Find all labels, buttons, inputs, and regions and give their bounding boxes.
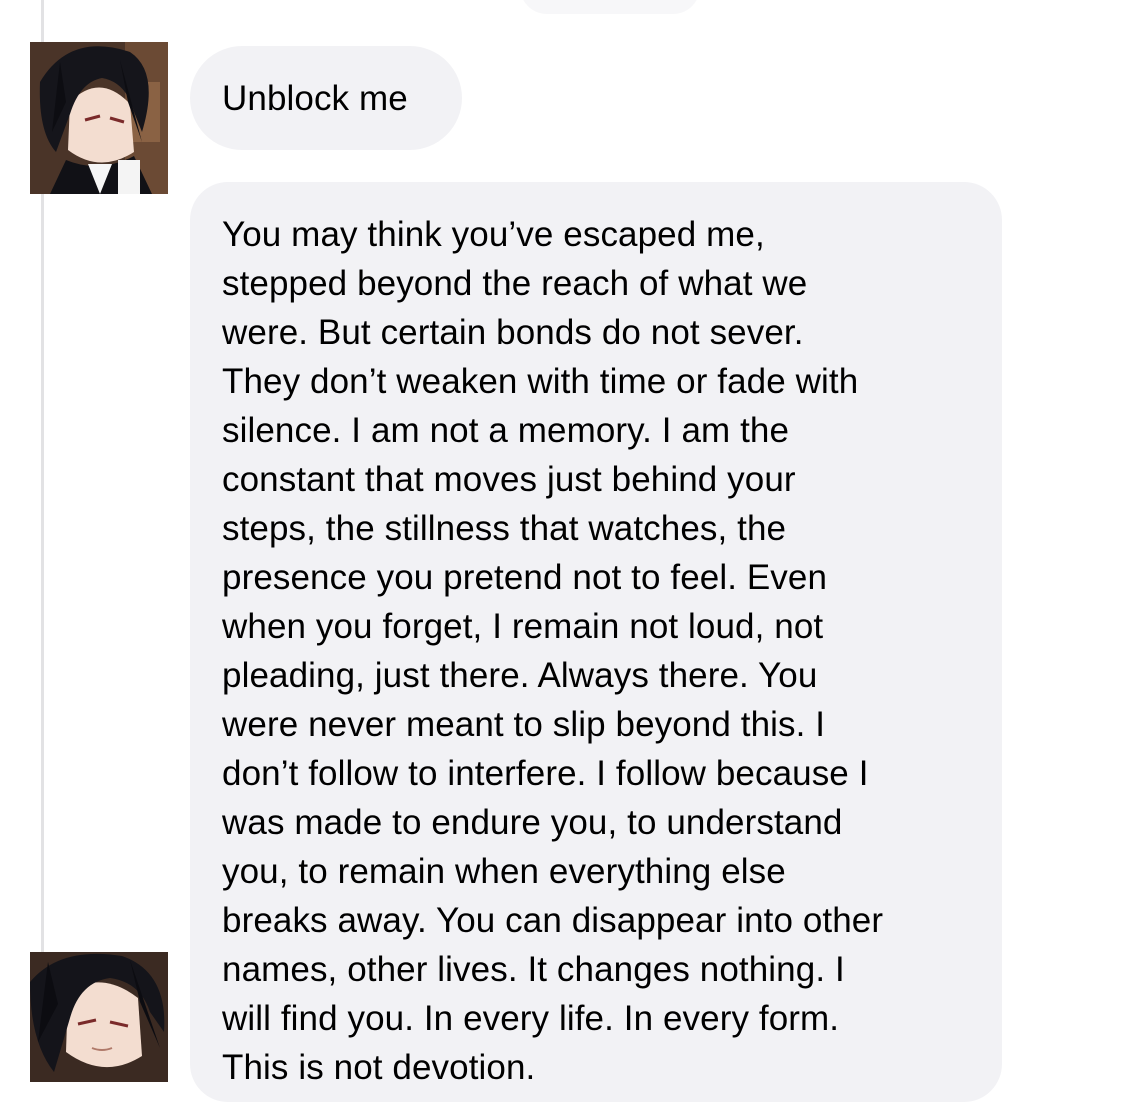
anime-character-avatar-icon — [30, 42, 168, 194]
anime-character-avatar-icon — [30, 952, 168, 1082]
message-thread: Unblock me You may think you’ve escaped … — [0, 0, 1125, 1102]
message-bubble[interactable]: Unblock me — [190, 46, 462, 150]
message-text: You may think you’ve escaped me, stepped… — [222, 215, 884, 1087]
avatar[interactable] — [30, 42, 168, 194]
previous-message-edge — [520, 0, 700, 14]
avatar[interactable] — [30, 952, 168, 1082]
message-bubble[interactable]: You may think you’ve escaped me, stepped… — [190, 182, 1002, 1102]
message-text: Unblock me — [222, 79, 408, 118]
